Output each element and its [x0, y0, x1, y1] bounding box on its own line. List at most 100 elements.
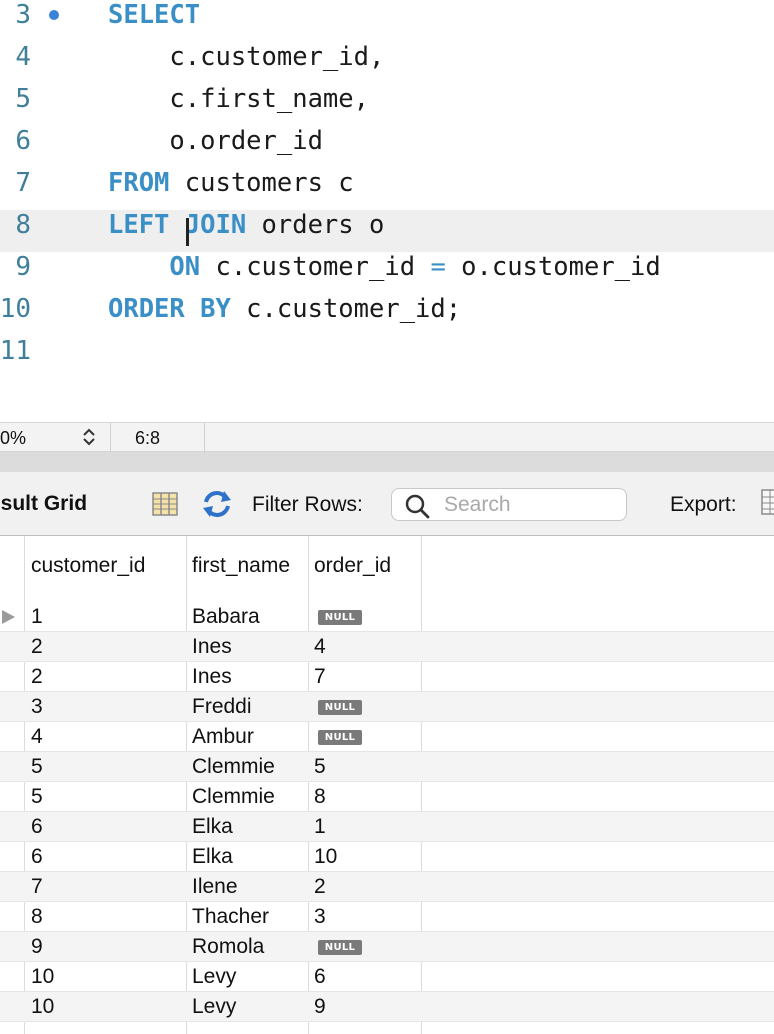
- cell-first-name[interactable]: Clemmie: [192, 755, 275, 779]
- code-line[interactable]: 4 c.customer_id,: [0, 42, 774, 84]
- filter-search-box[interactable]: [391, 488, 627, 521]
- status-divider: [204, 423, 205, 453]
- sql-token: c.customer_id: [200, 252, 431, 282]
- cell-customer-id[interactable]: 10: [31, 965, 54, 989]
- cursor-position: 6:8: [135, 428, 161, 448]
- null-badge[interactable]: NULL: [318, 940, 362, 955]
- sql-keyword: ORDER BY: [108, 294, 231, 324]
- cell-customer-id[interactable]: 6: [31, 845, 43, 869]
- table-row[interactable]: 5 Clemmie 5: [0, 752, 774, 782]
- cell-first-name[interactable]: Ines: [192, 635, 232, 659]
- cell-first-name[interactable]: Ines: [192, 665, 232, 689]
- table-row[interactable]: 4 Ambur NULL: [0, 722, 774, 752]
- table-row[interactable]: 2 Ines 7: [0, 662, 774, 692]
- sql-token: o.customer_id: [445, 252, 661, 282]
- code-line[interactable]: 3 SELECT: [0, 0, 774, 42]
- cell-first-name[interactable]: Ambur: [192, 725, 254, 749]
- cell-customer-id[interactable]: 7: [31, 875, 43, 899]
- filter-search-input[interactable]: [444, 494, 614, 516]
- cell-first-name[interactable]: Levy: [192, 965, 236, 989]
- cell-customer-id[interactable]: 4: [31, 725, 43, 749]
- table-row[interactable]: 3 Freddi NULL: [0, 692, 774, 722]
- cell-order-id[interactable]: 4: [314, 635, 326, 659]
- cell-customer-id[interactable]: 5: [31, 755, 43, 779]
- sql-token: c.customer_id;: [230, 294, 462, 324]
- cell-customer-id[interactable]: 2: [31, 635, 43, 659]
- result-grid[interactable]: customer_id first_name order_id 1 Babara N…: [0, 536, 774, 1034]
- cell-order-id[interactable]: 5: [314, 755, 326, 779]
- table-row[interactable]: 10 Levy 6: [0, 962, 774, 992]
- line-number: 9: [15, 252, 31, 282]
- cell-first-name[interactable]: Clemmie: [192, 785, 275, 809]
- cell-order-id[interactable]: 1: [314, 815, 326, 839]
- table-row[interactable]: 9 Romola NULL: [0, 932, 774, 962]
- column-header-first-name[interactable]: first_name: [192, 554, 290, 578]
- cell-order-id[interactable]: 10: [314, 845, 337, 869]
- code-line[interactable]: 6 o.order_id: [0, 126, 774, 168]
- zoom-stepper-icon[interactable]: [78, 426, 100, 448]
- cell-first-name[interactable]: Elka: [192, 845, 233, 869]
- sql-token: o.order_id: [108, 126, 323, 156]
- cell-customer-id[interactable]: 9: [31, 935, 43, 959]
- code-text: c.first_name,: [108, 84, 369, 126]
- search-icon: [405, 494, 430, 519]
- sql-token: c.customer_id,: [108, 42, 385, 72]
- null-badge[interactable]: NULL: [318, 700, 362, 715]
- export-icon[interactable]: [760, 487, 774, 517]
- cell-first-name[interactable]: Levy: [192, 995, 236, 1019]
- cell-customer-id[interactable]: 1: [31, 605, 43, 629]
- editor-status-bar: 0% 6:8: [0, 422, 774, 453]
- null-badge[interactable]: NULL: [318, 610, 362, 625]
- sql-keyword: ON: [169, 252, 201, 282]
- cell-order-id[interactable]: 9: [314, 995, 326, 1019]
- cell-customer-id[interactable]: 10: [31, 995, 54, 1019]
- panel-splitter[interactable]: [0, 452, 774, 472]
- cell-first-name[interactable]: Ilene: [192, 875, 238, 899]
- cell-customer-id[interactable]: 5: [31, 785, 43, 809]
- cell-customer-id[interactable]: 2: [31, 665, 43, 689]
- line-number: 8: [15, 210, 31, 240]
- table-row[interactable]: 8 Thacher 3: [0, 902, 774, 932]
- null-badge[interactable]: NULL: [318, 730, 362, 745]
- cell-customer-id[interactable]: 6: [31, 815, 43, 839]
- cell-first-name[interactable]: Babara: [192, 605, 260, 629]
- table-row[interactable]: 10 Levy 9: [0, 992, 774, 1022]
- table-row[interactable]: 6 Elka 1: [0, 812, 774, 842]
- status-divider: [110, 423, 111, 453]
- code-line[interactable]: 5 c.first_name,: [0, 84, 774, 126]
- cell-order-id[interactable]: 3: [314, 905, 326, 929]
- code-text: ON c.customer_id = o.customer_id: [108, 252, 661, 294]
- code-line[interactable]: 7 FROM customers c: [0, 168, 774, 210]
- cell-order-id[interactable]: 6: [314, 965, 326, 989]
- code-line[interactable]: 9 ON c.customer_id = o.customer_id: [0, 252, 774, 294]
- line-number: 4: [15, 42, 31, 72]
- cell-order-id[interactable]: 2: [314, 875, 326, 899]
- cell-customer-id[interactable]: 3: [31, 695, 43, 719]
- result-toolbar: esult Grid Filter Rows: Export:: [0, 472, 774, 536]
- cell-first-name[interactable]: Elka: [192, 815, 233, 839]
- code-text: ORDER BY c.customer_id;: [108, 294, 461, 336]
- sql-editor[interactable]: 3 SELECT 4 c.customer_id, 5 c.first_name, 6 …: [0, 0, 774, 422]
- code-line[interactable]: 8 LEFT JOIN orders o: [0, 210, 774, 252]
- cell-first-name[interactable]: Romola: [192, 935, 264, 959]
- breakpoint-dot-icon[interactable]: [49, 10, 59, 20]
- column-header-order-id[interactable]: order_id: [314, 554, 391, 578]
- line-number: 6: [15, 126, 31, 156]
- result-grid-label: esult Grid: [0, 492, 88, 515]
- cell-customer-id[interactable]: 8: [31, 905, 43, 929]
- cell-first-name[interactable]: Freddi: [192, 695, 252, 719]
- cell-order-id[interactable]: 8: [314, 785, 326, 809]
- table-row[interactable]: 5 Clemmie 8: [0, 782, 774, 812]
- code-line[interactable]: 10 ORDER BY c.customer_id;: [0, 294, 774, 336]
- table-row[interactable]: 1 Babara NULL: [0, 602, 774, 632]
- code-line[interactable]: 11: [0, 336, 774, 378]
- table-row[interactable]: 7 Ilene 2: [0, 872, 774, 902]
- column-header-customer-id[interactable]: customer_id: [31, 554, 145, 578]
- table-row[interactable]: 6 Elka 10: [0, 842, 774, 872]
- cell-first-name[interactable]: Thacher: [192, 905, 269, 929]
- table-row[interactable]: 2 Ines 4: [0, 632, 774, 662]
- refresh-icon[interactable]: [200, 488, 234, 520]
- grid-view-icon[interactable]: [151, 491, 179, 517]
- sql-token: customers c: [169, 168, 354, 198]
- cell-order-id[interactable]: 7: [314, 665, 326, 689]
